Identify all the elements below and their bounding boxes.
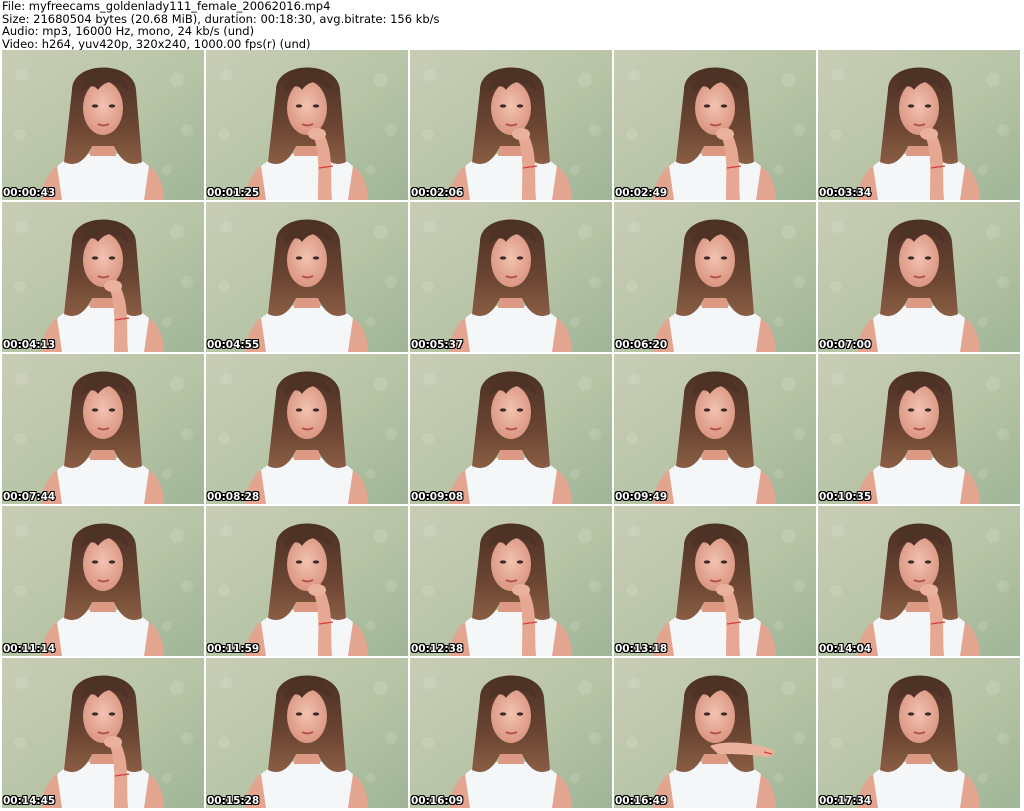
video-frame-thumbnail: 00:08:28 <box>206 354 408 504</box>
frame-timestamp: 00:01:25 <box>207 187 260 199</box>
video-frame-thumbnail: 00:07:44 <box>2 354 204 504</box>
frame-timestamp: 00:06:20 <box>615 339 668 351</box>
frame-image <box>614 202 816 352</box>
frame-timestamp: 00:09:08 <box>411 491 464 503</box>
frame-timestamp: 00:07:44 <box>3 491 56 503</box>
frame-timestamp: 00:12:38 <box>411 643 464 655</box>
frame-image <box>410 50 612 200</box>
video-frame-thumbnail: 00:10:35 <box>818 354 1020 504</box>
video-info-line: Video: h264, yuv420p, 320x240, 1000.00 f… <box>2 36 311 51</box>
frame-image <box>614 354 816 504</box>
file-info-header: File: myfreecams_goldenlady111_female_20… <box>2 0 1022 51</box>
frame-image <box>818 202 1020 352</box>
frame-image <box>2 354 204 504</box>
video-frame-thumbnail: 00:06:20 <box>614 202 816 352</box>
video-frame-thumbnail: 00:05:37 <box>410 202 612 352</box>
frame-timestamp: 00:09:49 <box>615 491 668 503</box>
video-frame-thumbnail: 00:09:49 <box>614 354 816 504</box>
frame-timestamp: 00:14:04 <box>819 643 872 655</box>
video-frame-thumbnail: 00:17:34 <box>818 658 1020 808</box>
video-frame-thumbnail: 00:16:49 <box>614 658 816 808</box>
video-frame-thumbnail: 00:02:49 <box>614 50 816 200</box>
video-frame-thumbnail: 00:13:18 <box>614 506 816 656</box>
frame-timestamp: 00:16:09 <box>411 795 464 807</box>
frame-image <box>206 506 408 656</box>
frame-timestamp: 00:04:55 <box>207 339 260 351</box>
video-frame-thumbnail: 00:14:45 <box>2 658 204 808</box>
frame-image <box>2 658 204 808</box>
video-frame-thumbnail: 00:12:38 <box>410 506 612 656</box>
frame-timestamp: 00:08:28 <box>207 491 260 503</box>
video-frame-thumbnail: 00:11:59 <box>206 506 408 656</box>
frame-timestamp: 00:05:37 <box>411 339 464 351</box>
frame-image <box>614 658 816 808</box>
frame-image <box>818 50 1020 200</box>
frame-image <box>614 506 816 656</box>
video-frame-thumbnail: 00:03:34 <box>818 50 1020 200</box>
frame-image <box>818 658 1020 808</box>
video-frame-thumbnail: 00:04:13 <box>2 202 204 352</box>
frame-timestamp: 00:13:18 <box>615 643 668 655</box>
frame-image <box>818 354 1020 504</box>
frame-timestamp: 00:02:06 <box>411 187 464 199</box>
video-frame-thumbnail: 00:02:06 <box>410 50 612 200</box>
video-frame-thumbnail: 00:00:43 <box>2 50 204 200</box>
video-frame-thumbnail: 00:15:28 <box>206 658 408 808</box>
frame-timestamp: 00:07:00 <box>819 339 872 351</box>
frame-timestamp: 00:11:59 <box>207 643 260 655</box>
frame-image <box>614 50 816 200</box>
frame-timestamp: 00:14:45 <box>3 795 56 807</box>
video-frame-thumbnail: 00:11:14 <box>2 506 204 656</box>
video-frame-thumbnail: 00:14:04 <box>818 506 1020 656</box>
video-frame-thumbnail: 00:07:00 <box>818 202 1020 352</box>
frame-image <box>410 506 612 656</box>
frame-image <box>206 202 408 352</box>
audio-info-line: Audio: mp3, 16000 Hz, mono, 24 kb/s (und… <box>2 24 255 38</box>
frame-timestamp: 00:11:14 <box>3 643 56 655</box>
thumbnail-grid: 00:00:43 00:01:25 00:02:06 00:02:49 00:03:34… <box>2 50 1020 808</box>
video-frame-thumbnail: 00:01:25 <box>206 50 408 200</box>
frame-timestamp: 00:00:43 <box>3 187 56 199</box>
frame-image <box>2 202 204 352</box>
frame-timestamp: 00:17:34 <box>819 795 872 807</box>
video-frame-thumbnail: 00:16:09 <box>410 658 612 808</box>
frame-image <box>206 354 408 504</box>
video-frame-thumbnail: 00:09:08 <box>410 354 612 504</box>
frame-image <box>206 658 408 808</box>
frame-image <box>2 50 204 200</box>
frame-timestamp: 00:16:49 <box>615 795 668 807</box>
frame-timestamp: 00:02:49 <box>615 187 668 199</box>
video-frame-thumbnail: 00:04:55 <box>206 202 408 352</box>
frame-image <box>206 50 408 200</box>
frame-image <box>2 506 204 656</box>
frame-timestamp: 00:03:34 <box>819 187 872 199</box>
file-name-line: File: myfreecams_goldenlady111_female_20… <box>2 0 331 13</box>
frame-timestamp: 00:10:35 <box>819 491 872 503</box>
frame-image <box>818 506 1020 656</box>
frame-timestamp: 00:15:28 <box>207 795 260 807</box>
frame-image <box>410 658 612 808</box>
frame-image <box>410 202 612 352</box>
frame-image <box>410 354 612 504</box>
frame-timestamp: 00:04:13 <box>3 339 56 351</box>
